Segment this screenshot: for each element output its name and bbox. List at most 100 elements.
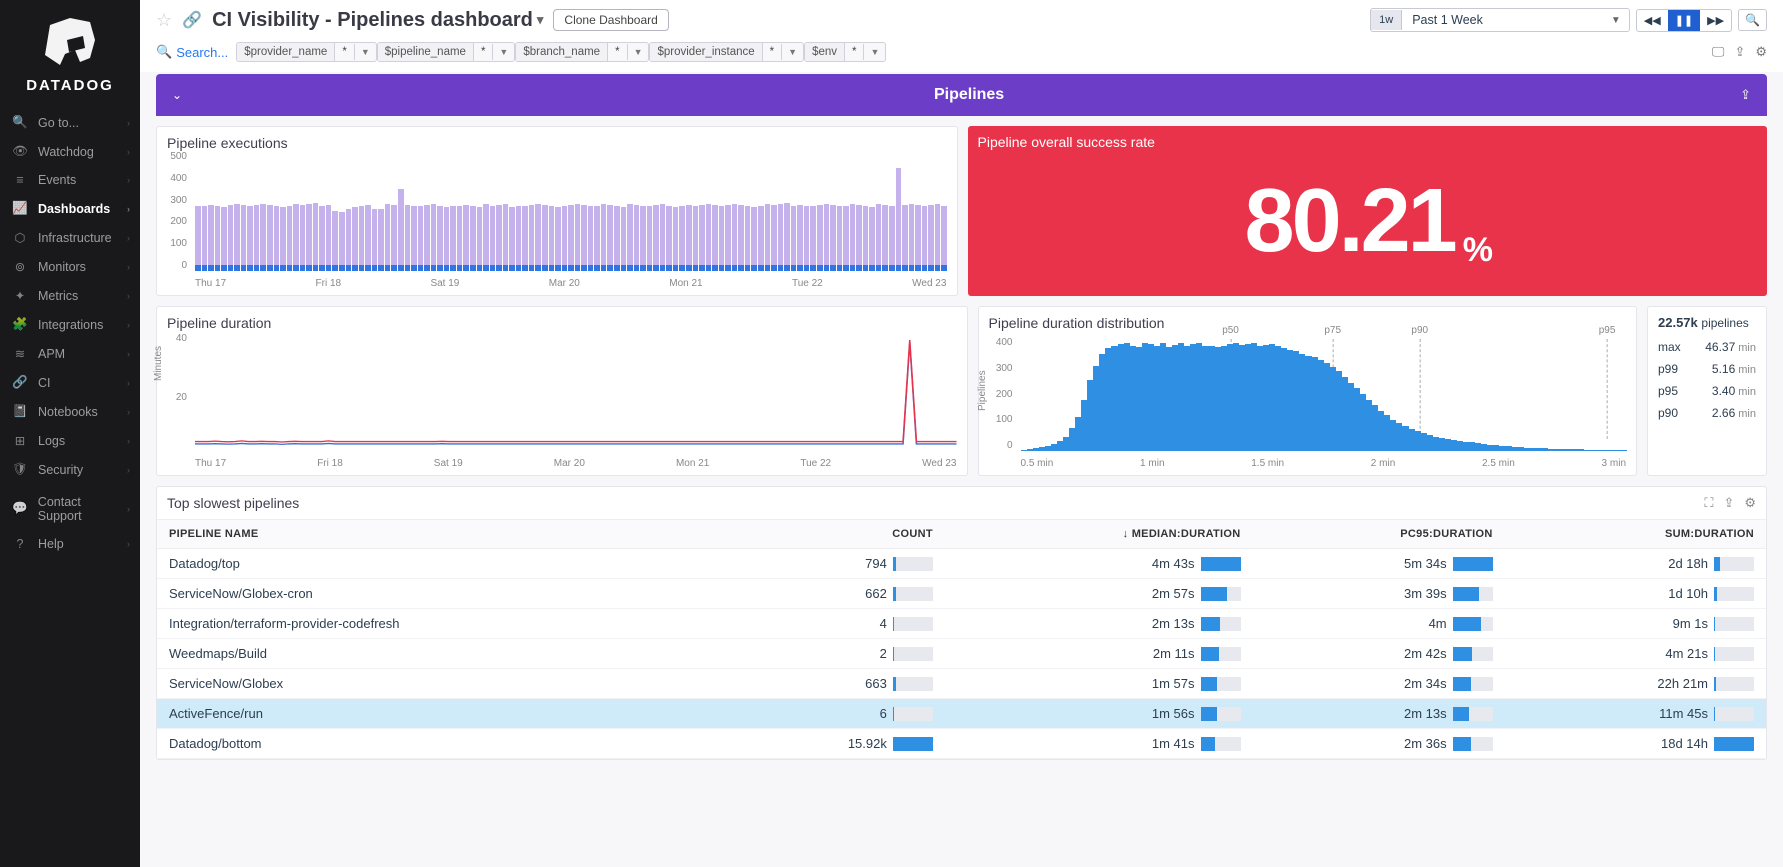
sidebar-item-watchdog[interactable]: 👁Watchdog› (0, 137, 140, 166)
sidebar-item-contact-support[interactable]: 💬Contact Support› (0, 488, 140, 530)
panel-success-rate[interactable]: Pipeline overall success rate 80.21% (968, 126, 1768, 296)
share-icon[interactable]: ⇪ (1740, 87, 1751, 103)
share-icon[interactable]: ⇪ (1723, 495, 1734, 511)
success-rate-value: 80.21% (978, 154, 1758, 288)
table-row[interactable]: Weedmaps/Build 2 2m 11s 2m 42s 4m 21s (157, 639, 1766, 669)
panel-title: Pipeline duration distribution (989, 315, 1627, 331)
slowest-pipelines-table: PIPELINE NAMECOUNT↓ MEDIAN:DURATIONPC95:… (157, 519, 1766, 759)
nav-icon: ⬡ (12, 230, 28, 245)
table-row[interactable]: ActiveFence/run 6 1m 56s 2m 13s 11m 45s (157, 699, 1766, 729)
nav-icon: 💬 (12, 501, 28, 516)
filter-env[interactable]: $env*▼ (804, 42, 886, 62)
chevron-right-icon: › (127, 504, 130, 514)
zoom-button[interactable]: 🔍 (1738, 9, 1767, 31)
sidebar-item-dashboards[interactable]: 📈Dashboards› (0, 194, 140, 223)
sidebar-item-help[interactable]: ?Help› (0, 530, 140, 558)
chevron-down-icon: ▼ (781, 44, 803, 60)
panel-title: Pipeline duration (167, 315, 957, 331)
chevron-right-icon: › (127, 378, 130, 388)
sidebar-item-integrations[interactable]: 🧩Integrations› (0, 310, 140, 339)
logo[interactable]: DATADOG (0, 0, 140, 102)
nav-icon: 👁 (12, 144, 28, 159)
table-row[interactable]: Integration/terraform-provider-codefresh… (157, 609, 1766, 639)
nav-icon: ⊚ (12, 259, 28, 274)
time-range-picker[interactable]: 1w Past 1 Week ▼ (1370, 8, 1630, 32)
chevron-right-icon: › (127, 262, 130, 272)
sidebar-item-apm[interactable]: ≋APM› (0, 339, 140, 368)
table-row[interactable]: ServiceNow/Globex 663 1m 57s 2m 34s 22h … (157, 669, 1766, 699)
table-row[interactable]: ServiceNow/Globex-cron 662 2m 57s 3m 39s… (157, 579, 1766, 609)
filter-provider_name[interactable]: $provider_name*▼ (236, 42, 377, 62)
sidebar-item-infrastructure[interactable]: ⬡Infrastructure› (0, 223, 140, 252)
panel-pipeline-executions[interactable]: Pipeline executions 5004003002001000 Thu… (156, 126, 958, 296)
step-back-button[interactable]: ◀◀ (1637, 10, 1668, 31)
sidebar-item-metrics[interactable]: ✦Metrics› (0, 281, 140, 310)
time-range-preset: 1w (1371, 10, 1402, 30)
nav-icon: 📈 (12, 201, 28, 216)
settings-icon[interactable]: ⚙ (1744, 495, 1756, 511)
chevron-down-icon: ▼ (492, 44, 514, 60)
panel-title: Pipeline executions (167, 135, 947, 151)
search-link[interactable]: 🔍 Search... (156, 44, 228, 60)
sidebar-item-ci[interactable]: 🔗CI› (0, 368, 140, 397)
link-icon[interactable]: 🔗 (182, 10, 202, 30)
table-row[interactable]: Datadog/top 794 4m 43s 5m 34s 2d 18h (157, 549, 1766, 579)
column-header[interactable]: ↓ MEDIAN:DURATION (945, 520, 1253, 549)
nav-icon: ✦ (12, 288, 28, 303)
chevron-down-icon: ▼ (354, 44, 376, 60)
filter-pipeline_name[interactable]: $pipeline_name*▼ (377, 42, 516, 62)
column-header[interactable]: PIPELINE NAME (157, 520, 709, 549)
datadog-logo-icon (35, 10, 105, 70)
tv-mode-icon[interactable]: 🖵 (1712, 44, 1725, 60)
chevron-right-icon: › (127, 539, 130, 549)
chevron-right-icon: › (127, 291, 130, 301)
panel-pipeline-duration[interactable]: Pipeline duration Minutes 4020 Thu 17Fri… (156, 306, 968, 476)
nav-icon: ⊞ (12, 433, 28, 448)
sidebar: DATADOG 🔍Go to...›👁Watchdog›≡Events›📈Das… (0, 0, 140, 867)
nav-icon: 📓 (12, 404, 28, 419)
search-icon: 🔍 (156, 44, 172, 60)
nav-icon: ? (12, 537, 28, 551)
sidebar-item-monitors[interactable]: ⊚Monitors› (0, 252, 140, 281)
step-forward-button[interactable]: ▶▶ (1700, 10, 1731, 31)
topbar: ☆ 🔗 CI Visibility - Pipelines dashboard … (140, 0, 1783, 36)
chevron-right-icon: › (127, 436, 130, 446)
column-header[interactable]: SUM:DURATION (1505, 520, 1766, 549)
filter-branch_name[interactable]: $branch_name*▼ (515, 42, 649, 62)
histogram (1021, 337, 1627, 451)
fullscreen-icon[interactable]: ⛶ (1704, 495, 1713, 511)
filter-provider_instance[interactable]: $provider_instance*▼ (649, 42, 804, 62)
nav-icon: 🧩 (12, 317, 28, 332)
table-row[interactable]: Datadog/bottom 15.92k 1m 41s 2m 36s 18d … (157, 729, 1766, 759)
collapse-toggle-icon[interactable]: ⌄ (172, 88, 182, 102)
chevron-right-icon: › (127, 407, 130, 417)
settings-icon[interactable]: ⚙ (1755, 44, 1767, 60)
favorite-star-icon[interactable]: ☆ (156, 10, 172, 31)
nav-icon: ≡ (12, 173, 28, 187)
panel-duration-distribution[interactable]: Pipeline duration distribution Pipelines… (978, 306, 1638, 476)
panel-title: Pipeline overall success rate (978, 134, 1758, 150)
panel-title: Top slowest pipelines (167, 495, 299, 511)
page-title[interactable]: CI Visibility - Pipelines dashboard ▾ (212, 9, 543, 32)
sidebar-item-logs[interactable]: ⊞Logs› (0, 426, 140, 455)
chevron-right-icon: › (127, 320, 130, 330)
sidebar-item-security[interactable]: 🛡Security› (0, 455, 140, 484)
line-chart (195, 333, 957, 451)
bar-chart (195, 151, 947, 271)
sidebar-item-events[interactable]: ≡Events› (0, 166, 140, 194)
chevron-down-icon: ▾ (537, 12, 544, 28)
sidebar-item-go-to-[interactable]: 🔍Go to...› (0, 108, 140, 137)
chevron-down-icon: ▼ (1603, 11, 1629, 30)
sidebar-item-notebooks[interactable]: 📓Notebooks› (0, 397, 140, 426)
panel-top-slowest-pipelines: Top slowest pipelines ⛶ ⇪ ⚙ PIPELINE NAM… (156, 486, 1767, 760)
column-header[interactable]: PC95:DURATION (1253, 520, 1505, 549)
chevron-right-icon: › (127, 147, 130, 157)
column-header[interactable]: COUNT (709, 520, 945, 549)
chevron-right-icon: › (127, 118, 130, 128)
brand-name: DATADOG (0, 77, 140, 94)
pause-button[interactable]: ❚❚ (1668, 10, 1700, 31)
chevron-right-icon: › (127, 204, 130, 214)
panel-distribution-stats: 22.57k pipelines max46.37minp995.16minp9… (1647, 306, 1767, 476)
share-icon[interactable]: ⇪ (1734, 44, 1745, 60)
clone-dashboard-button[interactable]: Clone Dashboard (553, 9, 668, 31)
